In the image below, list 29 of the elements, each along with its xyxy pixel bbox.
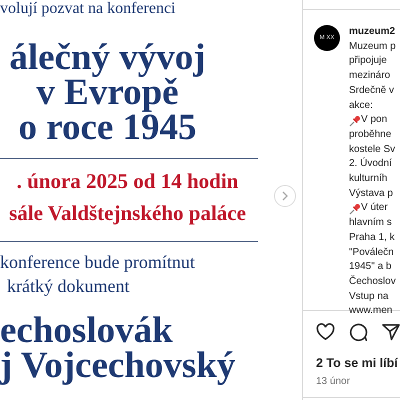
note-line: konference bude promítnut <box>0 251 196 274</box>
invitation-text: volují pozvat na konferenci <box>0 0 176 18</box>
post-date: 13 únor <box>315 374 351 389</box>
caption-text: www.men <box>349 304 392 318</box>
caption-text: "Poválečn <box>349 246 394 260</box>
caption-text: Čechoslov <box>349 274 396 289</box>
caption-text: připojuje <box>349 54 387 68</box>
caption-text: kulturníh <box>349 172 388 186</box>
note-line: krátký dokument <box>6 275 130 298</box>
caption-text: proběhne <box>349 128 392 142</box>
name-line: echoslovák <box>0 313 174 348</box>
date-line: sále Valdštejnského paláce <box>8 200 247 227</box>
caption-text: Výstava p <box>349 186 393 201</box>
caption-text: V úter <box>361 201 388 216</box>
caption-text: 1945" a b <box>349 260 392 274</box>
caption-text: mezináro <box>349 69 390 84</box>
date-line: . února 2025 od 14 hodin <box>16 168 240 195</box>
caption-text: 2. Úvodní <box>349 157 392 172</box>
caption-text: Srdečně v <box>349 84 394 98</box>
caption-text: hlavním s <box>349 216 392 230</box>
caption-text: V pon <box>361 113 388 128</box>
title-line: álečný vývoj <box>8 40 207 75</box>
caption-text: Praha 1, k <box>349 230 395 245</box>
caption-text: akce: <box>349 98 373 113</box>
likes-count: 2 To se mi líbí <box>315 355 399 372</box>
caption-text: kostele Sv <box>349 142 396 157</box>
caption-text: Muzeum p <box>349 40 396 54</box>
caption-text: Vstup na <box>349 290 388 304</box>
username-link[interactable]: muzeum2 <box>349 25 396 40</box>
